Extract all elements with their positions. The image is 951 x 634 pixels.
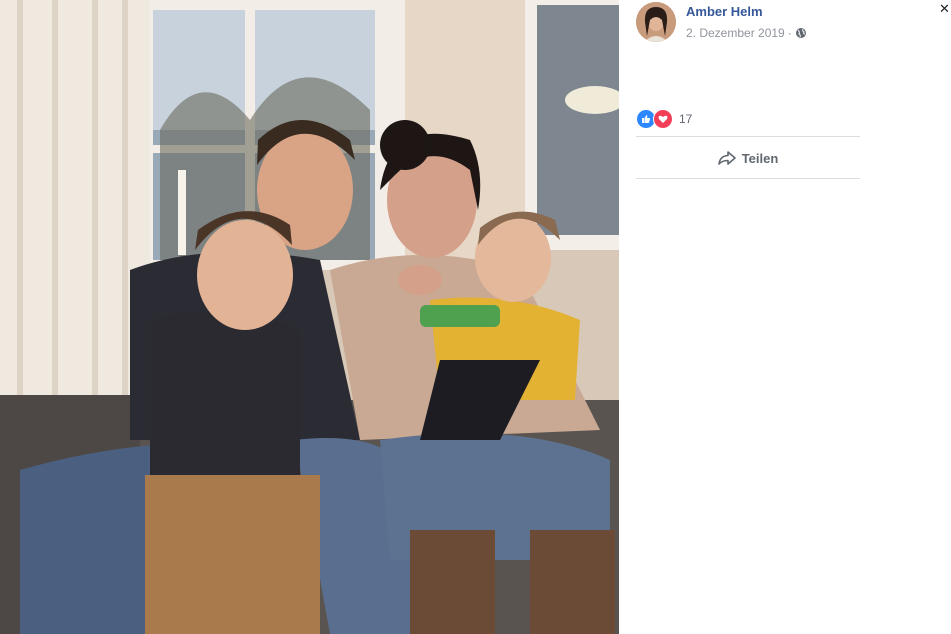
actions-bottom-divider — [636, 178, 860, 179]
globe-icon[interactable] — [795, 27, 807, 39]
love-icon — [653, 109, 673, 129]
reaction-count: 17 — [679, 112, 693, 126]
reactions-summary[interactable]: 17 — [636, 109, 692, 129]
family-photo-illustration — [0, 0, 619, 634]
post-photo[interactable] — [0, 0, 619, 634]
share-button[interactable]: Teilen — [636, 142, 860, 174]
actions-top-divider — [636, 136, 860, 137]
avatar-image — [636, 2, 676, 42]
share-arrow-icon — [717, 151, 736, 165]
author-avatar[interactable] — [636, 2, 676, 42]
post-date[interactable]: 2. Dezember 2019 — [686, 26, 785, 40]
post-meta: 2. Dezember 2019 · — [686, 26, 807, 40]
share-label: Teilen — [741, 150, 779, 166]
author-name-link[interactable]: Amber Helm — [686, 4, 763, 19]
close-icon[interactable]: ✕ — [939, 2, 949, 16]
post-details-panel: Amber Helm 2. Dezember 2019 · 17 Teilen … — [619, 0, 951, 634]
meta-separator: · — [787, 26, 792, 40]
